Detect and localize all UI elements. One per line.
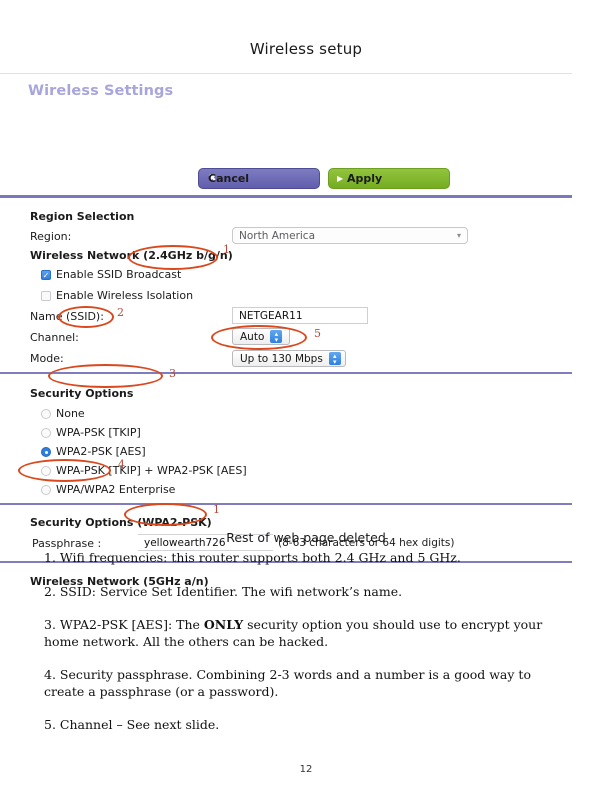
- security-radio-wpa2-psk-aes[interactable]: [41, 447, 51, 457]
- enable-wireless-isolation-label: Enable Wireless Isolation: [56, 289, 194, 302]
- security-radio-wpa-wpa2-enterprise[interactable]: [41, 485, 51, 495]
- router-admin-screenshot: Wireless Settings ✖ Cancel Apply ▶ Regio…: [0, 73, 612, 588]
- region-select[interactable]: North America ▾: [232, 227, 468, 244]
- note-1-lead: 1.: [44, 550, 60, 565]
- section-divider-top: [0, 195, 572, 198]
- annotation-ellipse-wpa2: [48, 364, 163, 388]
- note-4-lead: 4.: [44, 667, 60, 682]
- chevron-updown-icon: ▾: [456, 231, 461, 240]
- deleted-note: Rest of web page deleted: [226, 530, 386, 545]
- note-5: 5. Channel – See next slide.: [44, 717, 568, 734]
- enable-wireless-isolation-checkbox[interactable]: [41, 291, 51, 301]
- note-2-lead: 2.: [44, 583, 60, 599]
- section-divider-passphrase: [0, 503, 572, 505]
- security-label-wpa2-psk-aes: WPA2-PSK [AES]: [56, 445, 146, 458]
- annotation-number-1a: 1: [223, 243, 230, 256]
- mode-label: Mode:: [30, 352, 64, 365]
- apply-button[interactable]: Apply ▶: [328, 168, 450, 189]
- panel-top-divider: [0, 73, 572, 74]
- cancel-button-label: Cancel: [208, 172, 250, 185]
- security-options-heading: Security Options: [30, 387, 134, 400]
- note-3-lead: 3.: [44, 617, 60, 632]
- note-3: 3. WPA2-PSK [AES]: The ONLY security opt…: [44, 617, 568, 650]
- annotation-ellipse-24ghz: [128, 245, 218, 270]
- annotation-number-4: 4: [118, 458, 125, 471]
- mode-select-value: Up to 130 Mbps: [240, 352, 323, 365]
- apply-button-label: Apply: [347, 172, 383, 185]
- annotation-ellipse-ssid: [58, 306, 114, 328]
- annotation-number-5: 5: [314, 327, 321, 340]
- cancel-button[interactable]: ✖ Cancel: [198, 168, 320, 189]
- page-number: 12: [299, 764, 313, 775]
- note-4-text: Security passphrase. Combining 2-3 words…: [44, 667, 531, 699]
- annotation-ellipse-passphrase: [18, 459, 111, 482]
- note-2: 2. SSID: Service Set Identifier. The wif…: [44, 584, 568, 601]
- annotation-number-1b: 1: [213, 503, 220, 516]
- security-label-wpa-psk-tkip: WPA-PSK [TKIP]: [56, 426, 141, 439]
- note-3-bold: ONLY: [203, 617, 244, 632]
- notes-list: 1. Wifi frequencies: this router support…: [44, 550, 568, 751]
- annotation-number-2: 2: [117, 306, 124, 319]
- chevron-updown-icon: ▴ ▾: [328, 352, 341, 365]
- region-label: Region:: [30, 230, 72, 243]
- mode-select[interactable]: Up to 130 Mbps ▴ ▾: [232, 350, 346, 367]
- security-label-wpa-wpa2-enterprise: WPA/WPA2 Enterprise: [56, 483, 176, 496]
- page-title: Wireless setup: [249, 40, 363, 58]
- note-3-pre: WPA2-PSK [AES]: The: [59, 617, 204, 632]
- enable-ssid-broadcast-checkbox[interactable]: ✓: [41, 270, 51, 280]
- security-radio-wpa-psk-tkip[interactable]: [41, 428, 51, 438]
- annotation-ellipse-5ghz: [124, 503, 207, 526]
- note-2-text: SSID: Service Set Identifier. The wifi n…: [59, 583, 403, 599]
- note-1: 1. Wifi frequencies: this router support…: [44, 550, 568, 567]
- security-label-none: None: [56, 407, 85, 420]
- network-24-heading-prefix: Wireless Network: [30, 249, 144, 262]
- note-5-lead: 5.: [44, 717, 60, 732]
- channel-label: Channel:: [30, 331, 79, 344]
- annotation-number-3: 3: [169, 367, 176, 380]
- ssid-name-label-prefix: Nam: [30, 310, 56, 323]
- enable-ssid-broadcast-label: Enable SSID Broadcast: [56, 268, 182, 281]
- note-4: 4. Security passphrase. Combining 2-3 wo…: [44, 667, 568, 700]
- note-5-text: Channel – See next slide.: [59, 717, 220, 732]
- region-selection-heading: Region Selection: [30, 210, 135, 223]
- ssid-name-value: NETGEAR11: [239, 309, 303, 322]
- ssid-name-input[interactable]: NETGEAR11: [232, 307, 368, 324]
- security-radio-none[interactable]: [41, 409, 51, 419]
- panel-title: Wireless Settings: [28, 83, 174, 99]
- region-select-value: North America: [239, 229, 316, 242]
- note-1-text: Wifi frequencies: this router supports b…: [59, 550, 461, 565]
- annotation-ellipse-channel: [211, 325, 307, 350]
